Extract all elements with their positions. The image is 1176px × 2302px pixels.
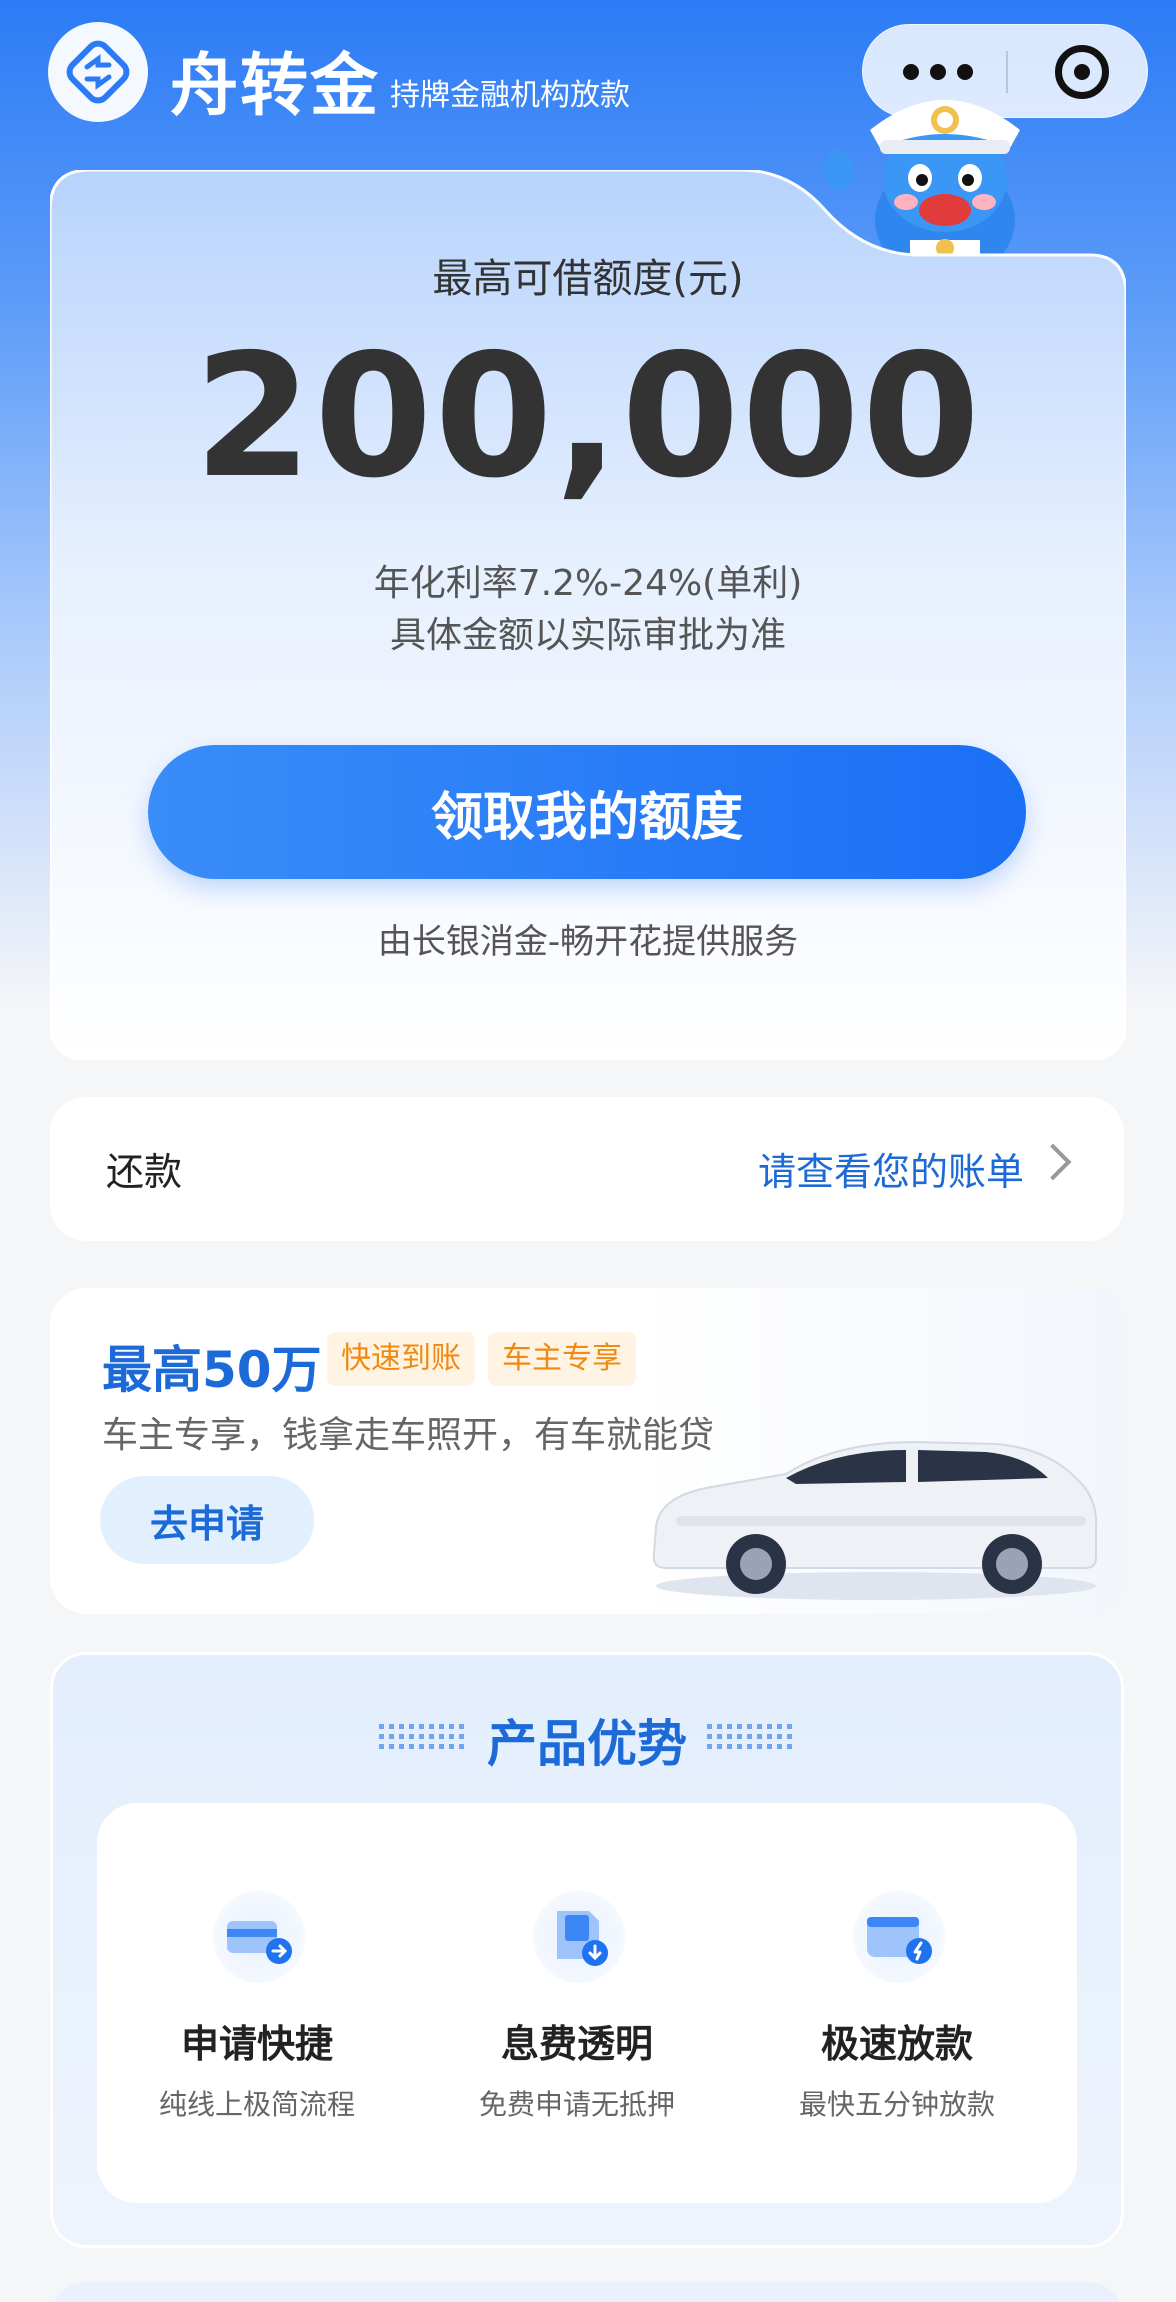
wallet-lightning-icon [853,1891,945,1983]
feature-subtitle: 最快五分钟放款 [798,2088,995,2121]
approval-note: 具体金额以实际审批为准 [389,615,786,656]
feature-transparent-fees: 息费透明 免费申请无抵押 [417,1803,737,2203]
promo-description: 车主专享，钱拿走车照开，有车就能贷 [102,1415,715,1456]
decorative-dots-right-icon [707,1724,792,1749]
car-owner-badge: 车主专享 [488,1332,636,1386]
section-header: 产品优势 [53,1705,1121,1775]
brand-tagline: 持牌金融机构放款 [390,78,630,113]
repayment-label: 还款 [106,1150,183,1194]
card-arrow-icon [213,1891,305,1983]
promo-title: 最高50万 [102,1341,322,1399]
car-loan-promo-card[interactable]: 最高50万 快速到账 车主专享 车主专享，钱拿走车照开，有车就能贷 去申请 [50,1288,1124,1614]
feature-fast-disbursement: 极速放款 最快五分钟放款 [737,1803,1057,2203]
feature-title: 申请快捷 [180,2022,333,2066]
chevron-right-icon [1034,1143,1072,1181]
repayment-row[interactable]: 还款 请查看您的账单 [50,1097,1124,1241]
feature-subtitle: 纯线上极简流程 [158,2088,355,2121]
decorative-dots-left-icon [379,1724,464,1749]
car-image [652,1440,1098,1600]
feature-fast-apply: 申请快捷 纯线上极简流程 [97,1803,417,2203]
interest-rate-text: 年化利率7.2%-24%(单利) [373,563,803,604]
quota-amount: 200,000 [193,318,983,516]
view-bill-link[interactable]: 请查看您的账单 [758,1141,1024,1196]
brand-name: 舟转金 [170,47,381,126]
advantages-panel: 申请快捷 纯线上极简流程 息费透明 免费申请无抵押 极速放款 最快五分钟放款 [97,1803,1077,2203]
advantages-title: 产品优势 [487,1715,687,1773]
feature-title: 极速放款 [820,2022,973,2066]
claim-quota-button[interactable]: 领取我的额度 [148,745,1026,879]
brand-logo-icon [48,22,148,122]
feature-subtitle: 免费申请无抵押 [478,2088,675,2121]
product-advantages-section: 产品优势 申请快捷 纯线上极简流程 息费透明 免费申请无抵押 极速放款 最快五分… [50,1652,1124,2248]
service-provider-text: 由长银消金-畅开花提供服务 [377,922,799,962]
apply-button[interactable]: 去申请 [100,1476,314,1564]
fast-arrival-badge: 快速到账 [327,1332,475,1386]
document-download-icon [533,1891,625,1983]
quota-label: 最高可借额度(元) [432,256,744,302]
feature-title: 息费透明 [500,2022,653,2066]
next-section-peek [50,2282,1124,2302]
